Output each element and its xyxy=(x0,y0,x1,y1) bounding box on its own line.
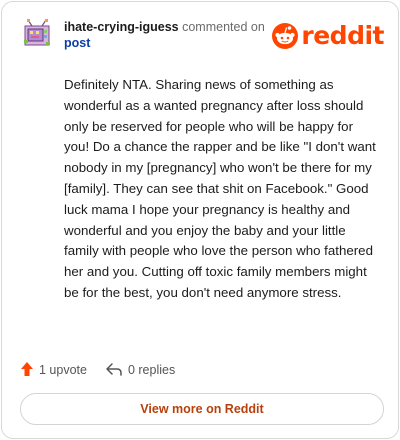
upvote-count: 1 upvote xyxy=(39,363,87,377)
comment-header: ihate-crying-iguess commented on post re… xyxy=(18,16,384,56)
comment-body: Definitely NTA. Sharing news of somethin… xyxy=(64,77,376,300)
upvote-arrow-icon xyxy=(20,361,34,380)
username-link[interactable]: ihate-crying-iguess xyxy=(64,20,179,34)
reddit-snoo-icon xyxy=(271,22,299,50)
reddit-wordmark: reddit xyxy=(301,21,384,50)
replies-count: 0 replies xyxy=(127,363,176,377)
pixel-tv-avatar-icon[interactable] xyxy=(22,18,52,48)
reply-arrow-icon xyxy=(105,362,123,379)
comment-meta: ihate-crying-iguess commented on post xyxy=(64,19,284,51)
commented-on-text: commented on xyxy=(182,20,265,34)
post-link[interactable]: post xyxy=(64,35,284,51)
upvote-button[interactable]: 1 upvote xyxy=(20,361,87,380)
comment-actions: 1 upvote 0 replies xyxy=(20,360,175,380)
embedded-comment-card: ihate-crying-iguess commented on post re… xyxy=(1,1,399,439)
reddit-logo[interactable]: reddit xyxy=(271,20,384,52)
view-more-button[interactable]: View more on Reddit xyxy=(20,393,384,425)
replies-button[interactable]: 0 replies xyxy=(105,362,175,379)
